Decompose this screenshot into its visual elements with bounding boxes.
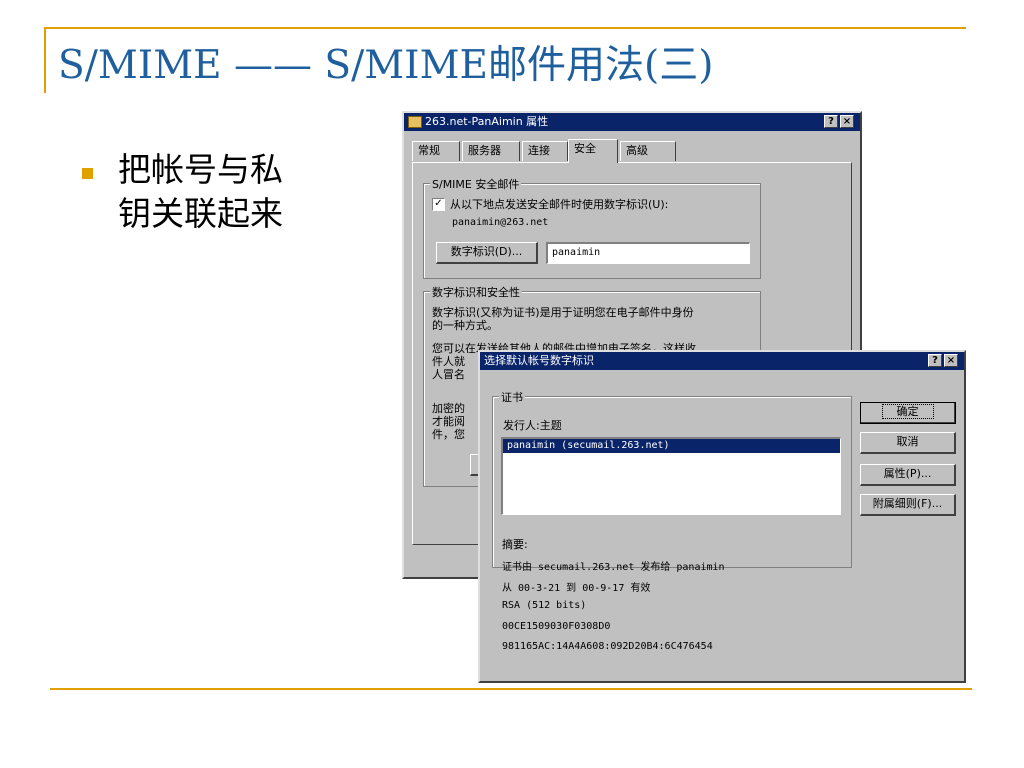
bullet-text: 把帐号与私 钥关联起来	[118, 148, 348, 236]
ok-button[interactable]: 确定	[860, 402, 956, 424]
summary-line-5: 981165AC:14A4A608:092D20B4:6C476454	[502, 641, 713, 652]
properties-titlebar: 263.net-PanAimin 属性 ? ×	[404, 113, 860, 131]
certificate-list-item[interactable]: panaimin (secumail.263.net)	[503, 439, 840, 453]
ok-button-label: 确定	[881, 404, 934, 419]
cancel-button[interactable]: 取消	[860, 432, 956, 454]
tab-connection[interactable]: 连接	[522, 141, 568, 161]
bullet-line-2: 钥关联起来	[118, 194, 283, 233]
account-email: panaimin@263.net	[452, 217, 549, 228]
details-button[interactable]: 附属细则(F)...	[860, 494, 956, 516]
title-top-rule	[44, 27, 966, 29]
summary-line-4: 00CE1509030F0308D0	[502, 621, 611, 632]
smime-group-label: S/MIME 安全邮件	[430, 176, 522, 192]
properties-button[interactable]: 属性(P)...	[860, 464, 956, 486]
tab-advanced[interactable]: 高级	[620, 141, 676, 161]
use-digital-id-checkbox[interactable]: ✓	[432, 198, 445, 211]
account-icon	[408, 116, 422, 128]
close-button[interactable]: ×	[944, 354, 958, 367]
properties-title: 263.net-PanAimin 属性	[425, 115, 549, 128]
summary-line-2: 从 00-3-21 到 00-9-17 有效	[502, 583, 651, 594]
id-security-group-label: 数字标识和安全性	[430, 284, 522, 300]
tab-strip: 常规 服务器 连接 安全 高级	[412, 139, 852, 163]
encrypt-text-line-2: 才能阅	[432, 415, 465, 428]
title-left-rule	[44, 27, 46, 93]
summary-line-3: RSA (512 bits)	[502, 600, 587, 611]
slide-title: S/MIME —— S/MIME邮件用法(三)	[58, 43, 714, 88]
certificate-list[interactable]: panaimin (secumail.263.net)	[501, 437, 841, 515]
signature-text-line-3: 人冒名	[432, 368, 465, 381]
select-id-titlebar: 选择默认帐号数字标识 ? ×	[480, 352, 964, 370]
smime-group: S/MIME 安全邮件 ✓ 从以下地点发送安全邮件时使用数字标识(U): pan…	[423, 176, 761, 279]
tab-servers[interactable]: 服务器	[462, 141, 520, 161]
close-button[interactable]: ×	[840, 115, 854, 128]
summary-area: 摘要: 证书由 secumail.263.net 发布给 panaimin 从 …	[492, 524, 852, 664]
select-id-title: 选择默认帐号数字标识	[484, 354, 594, 367]
signature-text-line-2: 件人就	[432, 355, 465, 368]
bullet-line-1: 把帐号与私	[118, 150, 283, 189]
footer-rule	[50, 688, 972, 690]
issuer-subject-header: 发行人:主题	[503, 419, 562, 432]
summary-label: 摘要:	[502, 538, 528, 551]
id-intro-text: 数字标识(又称为证书)是用于证明您在电子邮件中身份 的一种方式。	[432, 306, 694, 332]
digital-id-field[interactable]: panaimin	[546, 242, 750, 264]
digital-id-button[interactable]: 数字标识(D)...	[436, 242, 538, 264]
bullet-square-icon	[82, 168, 93, 179]
select-id-dialog: 选择默认帐号数字标识 ? × 证书 发行人:主题 panaimin (secum…	[478, 350, 966, 683]
use-digital-id-label: 从以下地点发送安全邮件时使用数字标识(U):	[450, 198, 669, 211]
help-button[interactable]: ?	[928, 354, 942, 367]
help-button[interactable]: ?	[824, 115, 838, 128]
tab-general[interactable]: 常规	[412, 141, 460, 161]
tab-security[interactable]: 安全	[568, 139, 618, 163]
summary-line-1: 证书由 secumail.263.net 发布给 panaimin	[502, 562, 725, 573]
encrypt-text-line-3: 件，您	[432, 428, 465, 441]
certificate-group-label: 证书	[499, 389, 525, 405]
encrypt-text-line-1: 加密的	[432, 402, 465, 415]
